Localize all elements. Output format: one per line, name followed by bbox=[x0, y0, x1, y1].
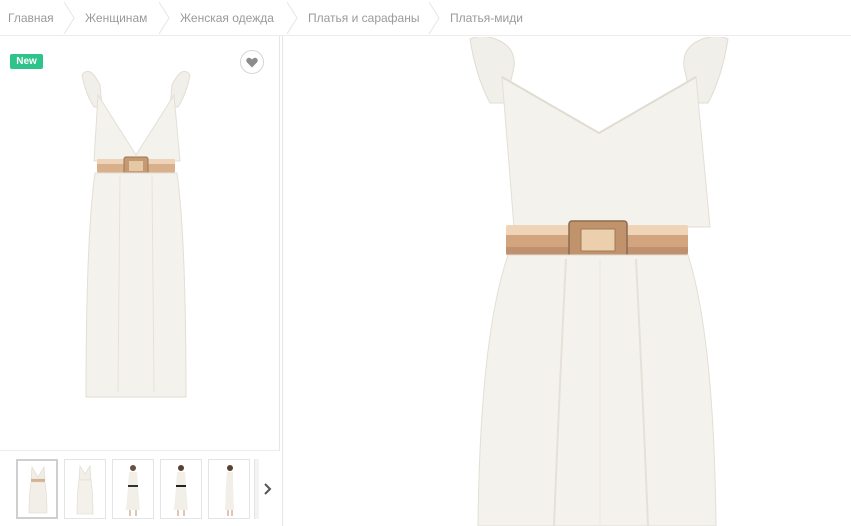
thumbnails-next-button[interactable] bbox=[258, 477, 278, 501]
favorite-button[interactable] bbox=[240, 50, 264, 74]
product-zoom-view[interactable] bbox=[284, 37, 851, 526]
breadcrumb-separator-icon bbox=[428, 2, 440, 34]
thumbnail-5[interactable] bbox=[208, 459, 250, 519]
thumbnail-4[interactable] bbox=[160, 459, 202, 519]
thumbnail-strip bbox=[0, 451, 282, 526]
thumbnail-image bbox=[76, 465, 94, 515]
dress-illustration bbox=[81, 70, 191, 398]
zoomed-product-image bbox=[469, 37, 729, 526]
new-badge: New bbox=[10, 54, 43, 69]
breadcrumb-home[interactable]: Главная bbox=[8, 11, 54, 25]
chevron-right-icon bbox=[264, 483, 272, 495]
thumbnail-image bbox=[174, 465, 188, 516]
thumbnail-image bbox=[28, 466, 48, 514]
breadcrumb-women[interactable]: Женщинам bbox=[85, 11, 147, 25]
thumbnail-image bbox=[126, 465, 140, 516]
breadcrumb-separator-icon bbox=[286, 2, 298, 34]
breadcrumb-separator-icon bbox=[63, 2, 75, 34]
divider bbox=[0, 35, 851, 36]
product-preview-panel bbox=[0, 37, 279, 450]
thumbnail-image bbox=[225, 465, 234, 516]
thumbnail-2[interactable] bbox=[64, 459, 106, 519]
thumbnail-1[interactable] bbox=[16, 459, 58, 519]
breadcrumb-midi-dresses[interactable]: Платья-миди bbox=[450, 11, 523, 25]
thumbnail-3[interactable] bbox=[112, 459, 154, 519]
product-image[interactable] bbox=[0, 37, 279, 450]
breadcrumb-women-clothing[interactable]: Женская одежда bbox=[180, 11, 274, 25]
breadcrumb: Главная Женщинам Женская одежда Платья и… bbox=[0, 0, 851, 36]
breadcrumb-separator-icon bbox=[158, 2, 170, 34]
breadcrumb-dresses[interactable]: Платья и сарафаны bbox=[308, 11, 419, 25]
divider bbox=[282, 36, 283, 526]
dress-zoom-illustration bbox=[469, 37, 729, 526]
heart-icon bbox=[246, 57, 258, 68]
